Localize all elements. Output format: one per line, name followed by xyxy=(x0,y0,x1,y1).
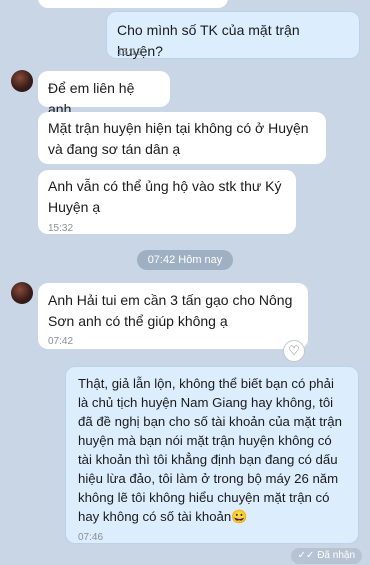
avatar[interactable] xyxy=(11,70,33,92)
outgoing-message[interactable]: Cho mình số TK của mặt trận huyện? 15:12 xyxy=(106,11,360,59)
outgoing-message[interactable]: Thật, giả lẫn lộn, không thể biết bạn có… xyxy=(65,366,359,544)
message-text: Mặt trận huyện hiện tại không có ở Huyện… xyxy=(48,120,309,157)
message-time: 07:46 xyxy=(78,532,104,543)
message-text: Anh Hải tui em cần 3 tấn gạo cho Nông Sơ… xyxy=(48,292,293,329)
incoming-message[interactable]: Để em liên hệ anh xyxy=(38,71,170,117)
message-text: Anh vẫn có thể ủng hộ vào stk thư Ký Huy… xyxy=(48,178,282,215)
heart-icon[interactable]: ♡ xyxy=(283,340,305,362)
message-time: 15:12 xyxy=(117,47,143,58)
cropped-message-bubble xyxy=(38,0,228,8)
date-divider: 07:42 Hôm nay xyxy=(137,250,233,270)
message-time: 07:42 xyxy=(48,336,74,347)
message-text: Thật, giả lẫn lộn, không thể biết bạn có… xyxy=(78,376,342,524)
incoming-message[interactable]: Mặt trận huyện hiện tại không có ở Huyện… xyxy=(38,112,326,164)
message-text: Cho mình số TK của mặt trận huyện? xyxy=(117,22,300,59)
incoming-message[interactable]: Anh Hải tui em cần 3 tấn gạo cho Nông Sơ… xyxy=(38,283,308,349)
avatar[interactable] xyxy=(11,282,33,304)
message-time: 15:32 xyxy=(48,223,74,234)
incoming-message[interactable]: Anh vẫn có thể ủng hộ vào stk thư Ký Huy… xyxy=(38,170,296,234)
read-status: ✓✓ Đã nhận xyxy=(290,548,362,564)
